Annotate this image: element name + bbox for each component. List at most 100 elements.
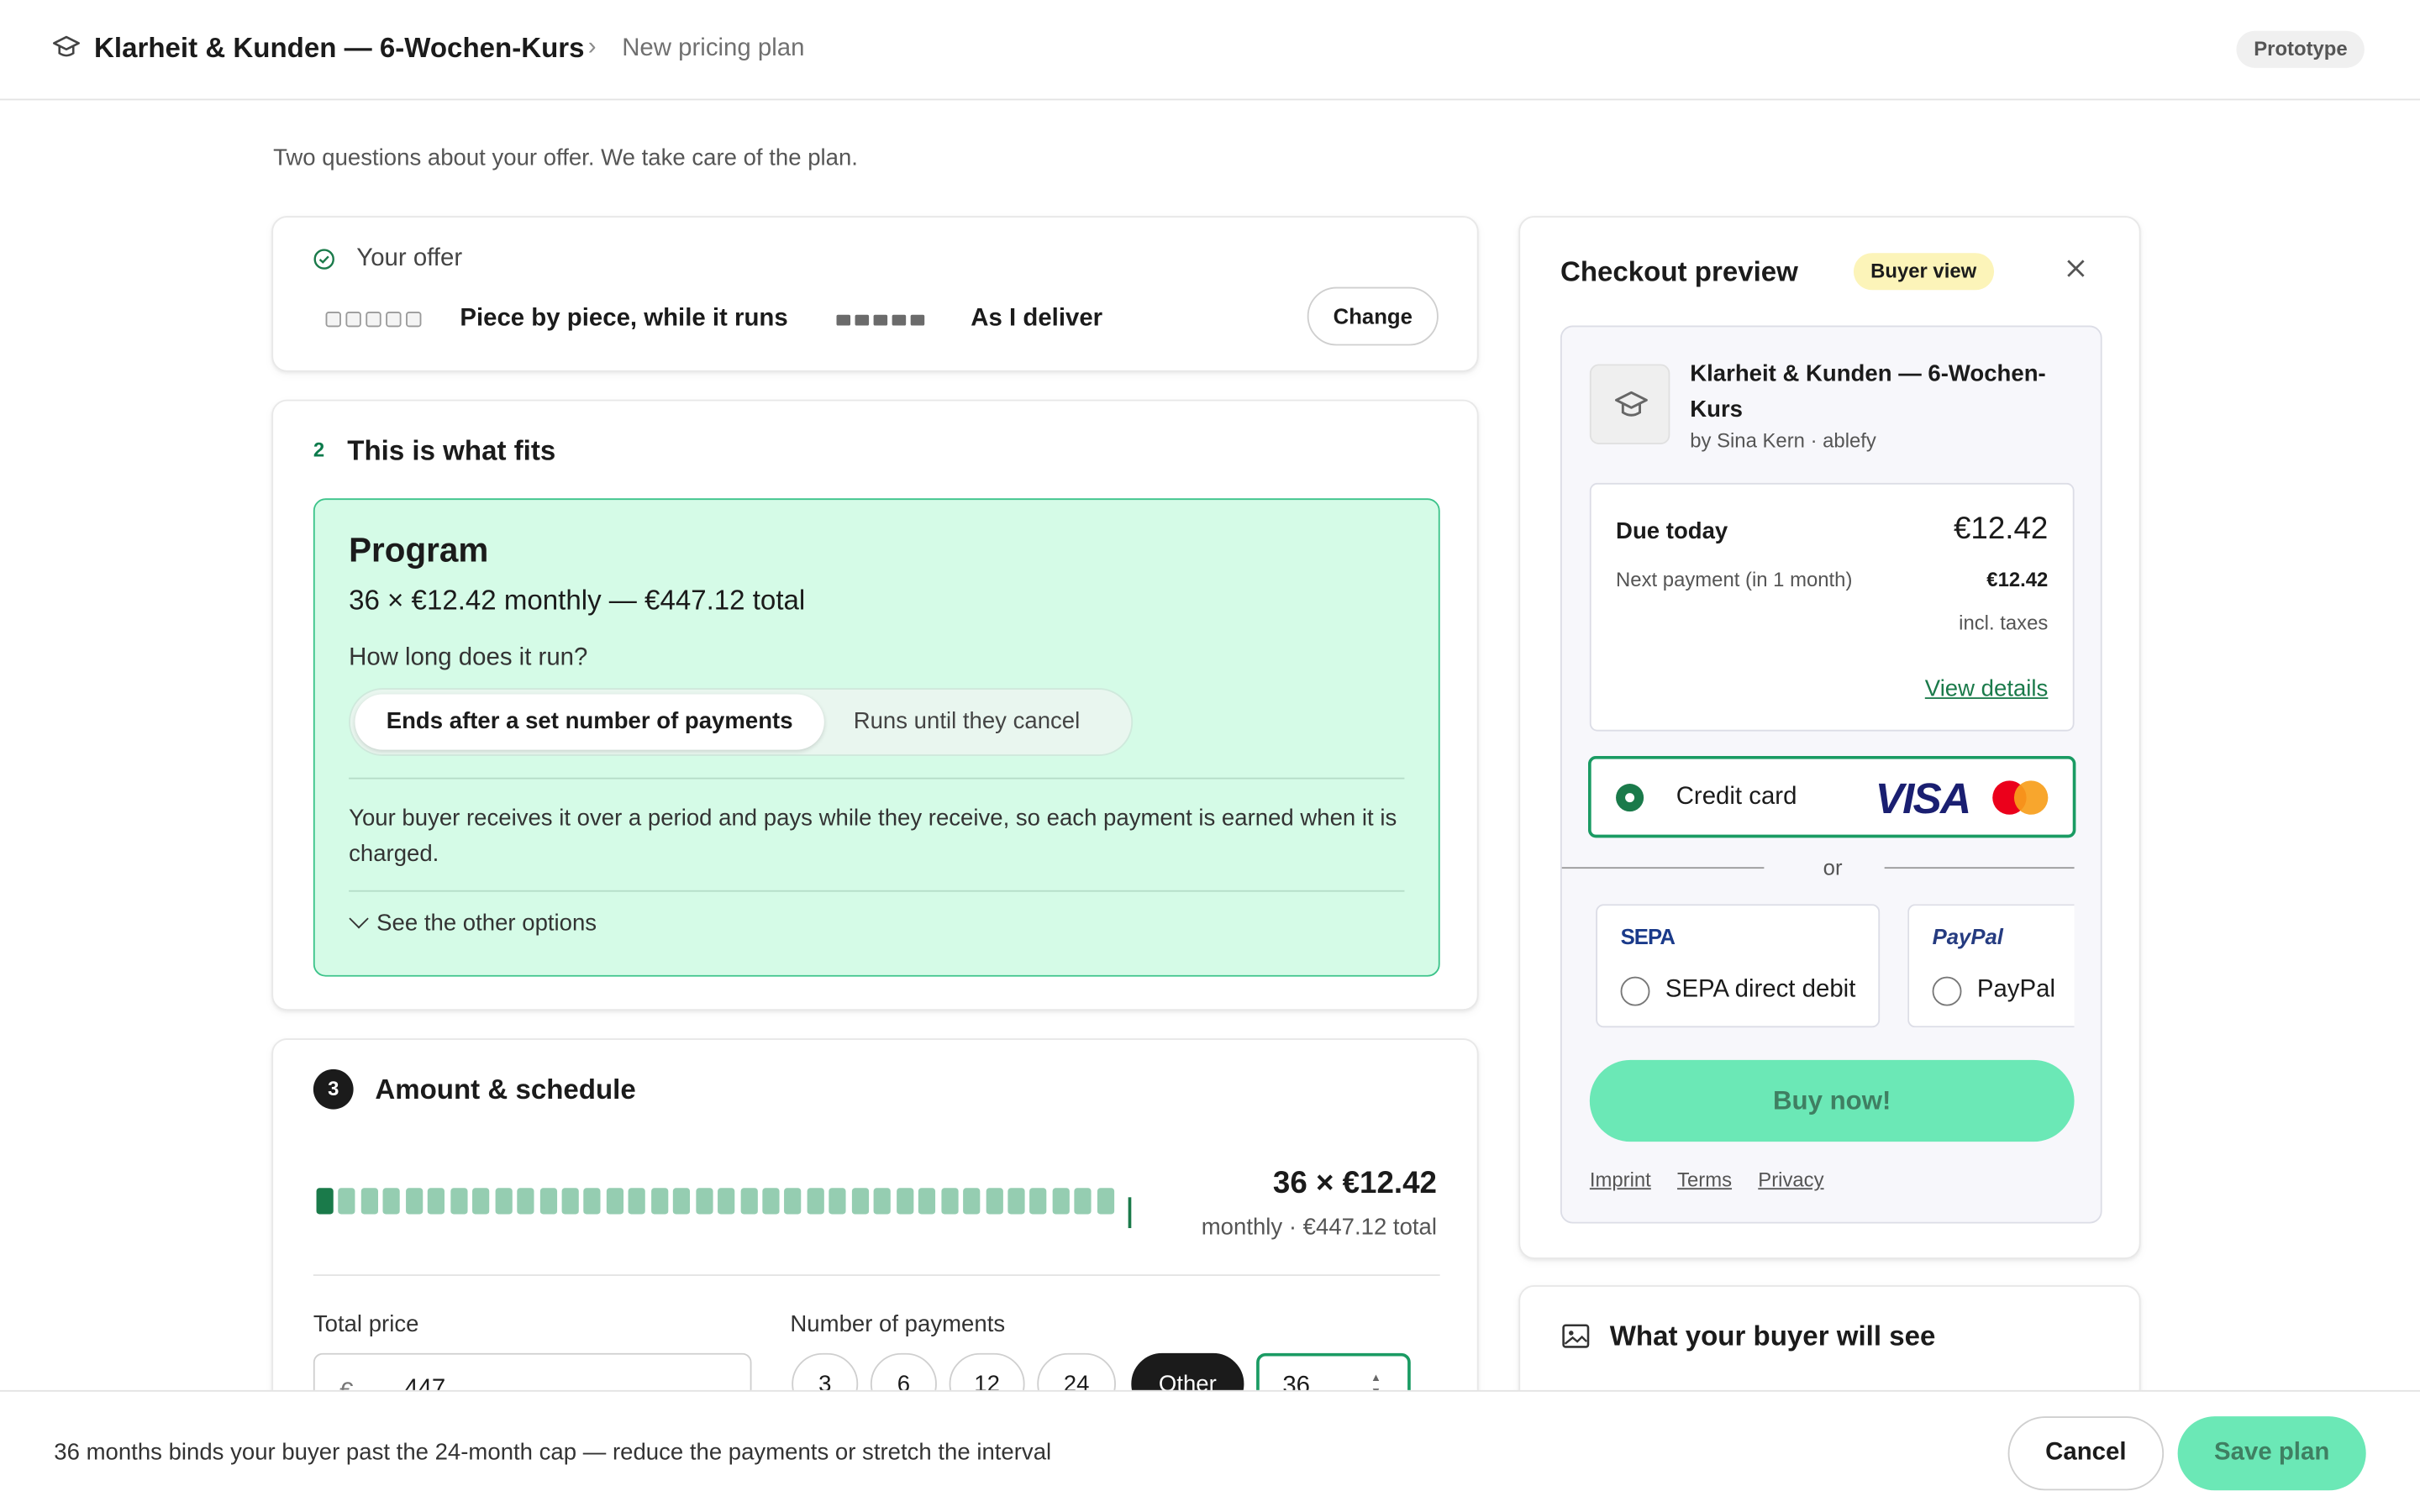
breadcrumb-current: New pricing plan xyxy=(622,35,805,62)
payment-bar xyxy=(517,1188,534,1215)
next-payment-label: Next payment (in 1 month) xyxy=(1616,567,1853,591)
step-number: 2 xyxy=(313,438,325,462)
segment-until-cancel[interactable]: Runs until they cancel xyxy=(854,695,1081,750)
duration-segmented-control: Ends after a set number of payments Runs… xyxy=(349,688,1134,757)
course-title: Klarheit & Kunden — 6-Wochen-Kurs xyxy=(94,32,585,64)
plan-summary: 36 × €12.42 monthly — €447.12 total xyxy=(349,585,806,616)
close-icon[interactable] xyxy=(2065,258,2087,280)
product-thumbnail xyxy=(1589,364,1670,444)
credit-card-option[interactable]: Credit card VISA xyxy=(1588,756,2076,838)
checkout-mock: Klarheit & Kunden — 6-Wochen-Kurs by Sin… xyxy=(1560,325,2104,1224)
offer-heading: Your offer xyxy=(356,245,463,272)
payment-bar xyxy=(673,1188,691,1215)
checkout-heading: Checkout preview xyxy=(1560,255,1798,287)
schedule-subtext: monthly · €447.12 total xyxy=(1201,1214,1438,1241)
payment-bar xyxy=(1029,1188,1048,1215)
view-details-link[interactable]: View details xyxy=(1925,675,2049,701)
top-bar: Klarheit & Kunden — 6-Wochen-Kurs › New … xyxy=(0,0,2420,101)
divider xyxy=(349,890,1405,892)
payment-bar xyxy=(918,1188,936,1215)
visa-logo: VISA xyxy=(1875,774,1972,822)
due-today-value: €12.42 xyxy=(1953,512,2049,547)
prototype-badge: Prototype xyxy=(2237,30,2365,68)
payment-bar xyxy=(338,1188,356,1215)
payment-bar xyxy=(1074,1188,1092,1215)
buy-now-button[interactable]: Buy now! xyxy=(1589,1059,2075,1142)
offer-payment-option: As I deliver xyxy=(971,305,1103,332)
graduation-cap-icon xyxy=(53,35,80,57)
recommended-plan-panel: Program 36 × €12.42 monthly — €447.12 to… xyxy=(313,498,1440,977)
sepa-logo: SEPA xyxy=(1620,924,1676,949)
payment-bar xyxy=(695,1188,713,1215)
or-divider: or xyxy=(1561,853,2104,885)
payment-bar xyxy=(561,1188,579,1215)
payment-bar xyxy=(428,1188,445,1215)
buyer-view-badge: Buyer view xyxy=(1853,253,1994,291)
radio-unselected[interactable] xyxy=(1932,976,1962,1006)
duration-question: How long does it run? xyxy=(349,644,588,671)
save-plan-button[interactable]: Save plan xyxy=(2177,1416,2366,1491)
payments-count-label: Number of payments xyxy=(790,1311,1006,1338)
paypal-label: PayPal xyxy=(1976,976,2055,1003)
graduation-cap-icon xyxy=(1615,391,1648,417)
terms-link[interactable]: Terms xyxy=(1677,1168,1732,1191)
payment-bar xyxy=(1052,1188,1070,1215)
payment-bar xyxy=(650,1188,668,1215)
other-options-label: See the other options xyxy=(376,910,597,937)
payment-bar xyxy=(383,1188,401,1215)
payment-bar xyxy=(896,1188,913,1215)
payment-bar xyxy=(494,1188,513,1215)
product-title: Klarheit & Kunden — 6-Wochen-Kurs xyxy=(1690,360,2046,423)
price-summary: Due today €12.42 Next payment (in 1 mont… xyxy=(1589,482,2075,732)
payment-bar xyxy=(807,1188,824,1215)
payment-bar xyxy=(829,1188,847,1215)
privacy-link[interactable]: Privacy xyxy=(1758,1168,1823,1191)
payment-bar xyxy=(940,1188,958,1215)
credit-card-label: Credit card xyxy=(1676,784,1797,811)
segment-fixed-payments[interactable]: Ends after a set number of payments xyxy=(355,694,824,750)
imprint-link[interactable]: Imprint xyxy=(1590,1168,1651,1191)
payment-bar xyxy=(963,1188,981,1215)
sepa-option[interactable]: SEPA SEPA direct debit xyxy=(1596,904,1881,1028)
buyer-view-heading: What your buyer will see xyxy=(1609,1320,1936,1352)
breadcrumb-separator: › xyxy=(587,34,597,60)
divider xyxy=(313,1274,1440,1276)
payment-bar xyxy=(405,1188,423,1215)
check-circle-icon xyxy=(313,249,334,270)
chevron-down-icon xyxy=(349,909,369,929)
payment-bar xyxy=(472,1188,490,1215)
payment-bar xyxy=(539,1188,557,1215)
payment-bar xyxy=(784,1188,802,1215)
paypal-option[interactable]: PayPal PayPal xyxy=(1907,904,2075,1028)
plan-title: Program xyxy=(349,530,489,570)
payment-bar xyxy=(874,1188,892,1215)
payment-bar xyxy=(1097,1188,1114,1215)
payment-bar xyxy=(851,1188,869,1215)
paypal-logo: PayPal xyxy=(1932,924,2003,949)
payment-bar xyxy=(762,1188,780,1215)
checkout-preview-card: Checkout preview Buyer view Klarheit & K… xyxy=(1518,216,2141,1259)
app-root: Klarheit & Kunden — 6-Wochen-Kurs › New … xyxy=(0,0,2420,1512)
cancel-button[interactable]: Cancel xyxy=(2007,1416,2165,1491)
radio-unselected[interactable] xyxy=(1620,976,1650,1006)
fits-heading: This is what fits xyxy=(347,434,556,466)
radio-selected[interactable] xyxy=(1616,784,1644,812)
validation-message: 36 months binds your buyer past the 24-m… xyxy=(54,1439,1052,1466)
intro-text: Two questions about your offer. We take … xyxy=(273,144,858,171)
legal-links: Imprint Terms Privacy xyxy=(1590,1168,1850,1191)
plan-description: Your buyer receives it over a period and… xyxy=(349,805,1397,868)
divider xyxy=(349,777,1405,780)
next-payment-value: €12.42 xyxy=(1986,567,2049,591)
sepa-label: SEPA direct debit xyxy=(1665,976,1856,1003)
fits-card: 2 This is what fits Program 36 × €12.42 … xyxy=(271,399,1479,1011)
offer-delivery-option: Piece by piece, while it runs xyxy=(460,305,788,332)
change-offer-button[interactable]: Change xyxy=(1307,286,1439,346)
payment-bar xyxy=(629,1188,646,1215)
taxes-note: incl. taxes xyxy=(1959,611,2049,634)
payment-bar xyxy=(1007,1188,1025,1215)
amount-heading: Amount & schedule xyxy=(375,1074,636,1105)
payment-bar xyxy=(316,1188,334,1215)
payment-bar xyxy=(450,1188,467,1215)
other-options-toggle[interactable]: See the other options xyxy=(349,909,597,937)
payment-bar xyxy=(584,1188,602,1215)
